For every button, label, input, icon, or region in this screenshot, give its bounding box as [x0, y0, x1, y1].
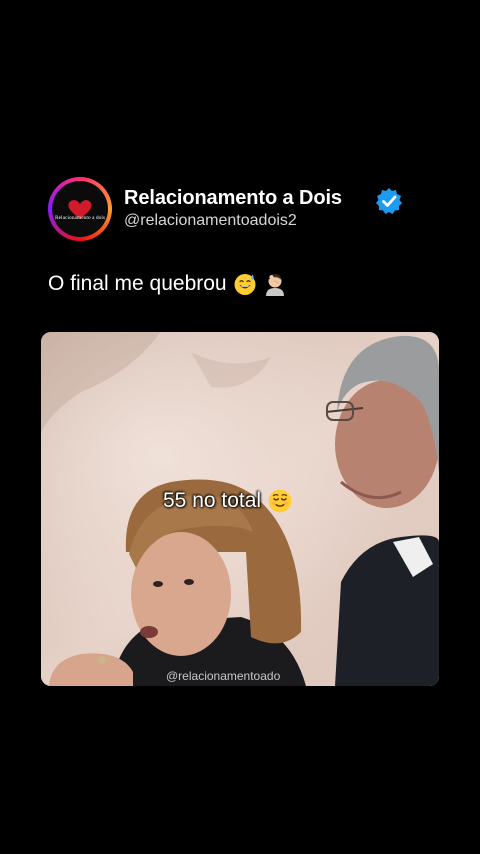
post-text-content: O final me quebrou	[48, 272, 227, 295]
avatar[interactable]: Relacionamento a dois	[48, 177, 112, 241]
avatar-logo: Relacionamento a dois	[52, 181, 108, 237]
account-handle[interactable]: @relacionamentoadois2	[124, 212, 297, 230]
video-caption: 55 no total	[163, 488, 293, 514]
verified-badge-icon	[376, 188, 402, 214]
relieved-face-emoji-icon	[268, 489, 292, 513]
post-text: O final me quebrou	[48, 272, 287, 296]
avatar-text: Relacionamento a dois	[54, 215, 106, 221]
video-caption-text: 55 no total	[163, 489, 262, 512]
post-header: Relacionamento a dois Relacionamento a D…	[48, 177, 448, 243]
video-frame[interactable]: 55 no total @relacionamentoado	[41, 332, 439, 686]
video-watermark: @relacionamentoado	[166, 669, 281, 683]
sweat-smile-emoji-icon	[234, 274, 256, 295]
account-name[interactable]: Relacionamento a Dois	[124, 187, 342, 210]
man-facepalming-emoji-icon	[265, 274, 284, 296]
